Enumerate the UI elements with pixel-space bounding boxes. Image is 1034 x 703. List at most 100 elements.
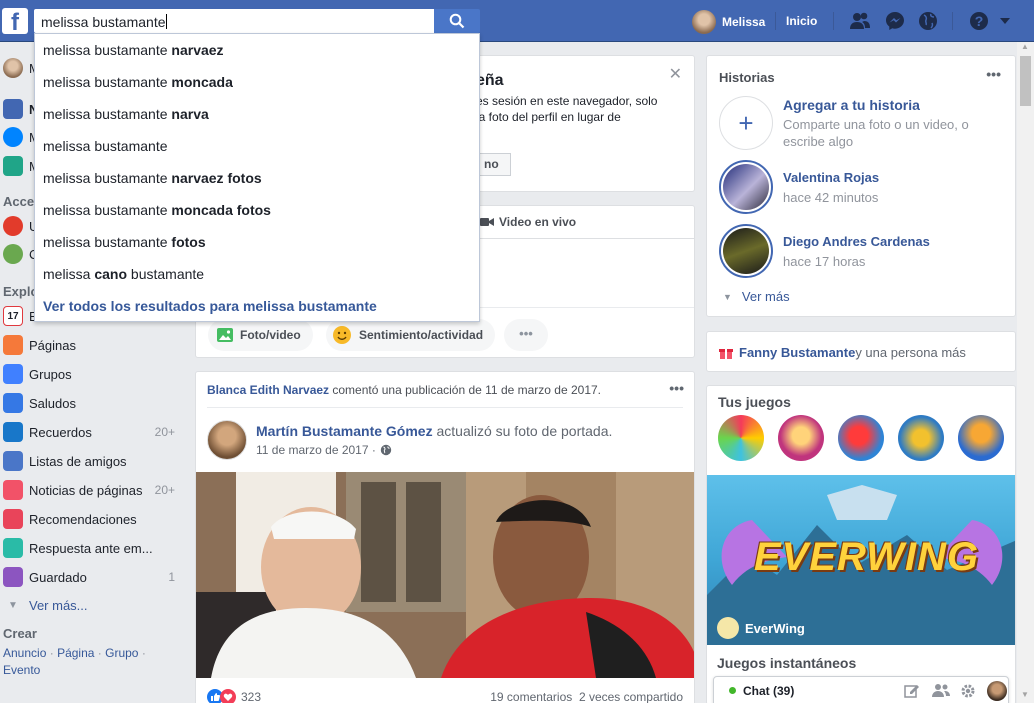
games-row [718,415,1008,461]
birthday-person[interactable]: Fanny Bustamante [739,345,855,360]
crisis-icon [3,538,23,558]
avatar [3,58,23,78]
birthday-card[interactable]: Fanny Bustamante y una persona más [706,331,1016,372]
smiley-icon [333,326,351,344]
search-suggestion[interactable]: melissa bustamante moncada fotos [35,194,479,226]
scrollbar-thumb[interactable] [1020,56,1031,106]
photo-icon [217,328,233,342]
story-item[interactable]: Valentina Rojas hace 42 minutos [719,160,879,214]
search-input[interactable]: melissa bustamante [34,9,436,33]
game-icon[interactable] [958,415,1004,461]
commenter-name-link[interactable]: Blanca Edith Narvaez [207,383,329,397]
sidebar-item[interactable]: Guardado 1 [0,565,185,589]
create-group-link[interactable]: Grupo [105,646,138,660]
home-link[interactable]: Inicio [786,14,817,28]
sidebar-item[interactable]: Páginas [0,333,185,357]
post-date[interactable]: 11 de marzo de 2017 · [256,443,376,457]
shares-count[interactable]: 2 veces compartido [579,690,683,703]
sidebar-item[interactable]: Recomendaciones [0,507,185,531]
sidebar-item-label: Noticias de páginas [29,482,143,498]
new-message-icon[interactable] [904,683,920,699]
friend-requests-icon[interactable] [849,10,871,32]
photo-video-button[interactable]: Foto/video [208,319,313,351]
live-video-tab[interactable]: Video en vivo [480,215,576,229]
settings-gear-icon[interactable] [960,683,976,699]
help-icon[interactable]: ? [968,10,990,32]
notifications-globe-icon[interactable] [917,10,939,32]
author-name-link[interactable]: Martín Bustamante Gómez [256,423,433,439]
search-suggestion[interactable]: melissa bustamante narva [35,98,479,130]
wave-icon [3,393,23,413]
search-button[interactable] [434,9,480,33]
story-time: hace 17 horas [783,253,866,269]
search-suggestion[interactable]: melissa bustamante narvaez fotos [35,162,479,194]
post-context-text: comentó una publicación de 11 de marzo d… [329,383,602,397]
sidebar-item[interactable]: Listas de amigos [0,449,185,473]
game-icon[interactable] [778,415,824,461]
post-action-text: actualizó su foto de portada. [432,423,613,439]
sidebar-item[interactable]: Respuesta ante em... [0,536,185,560]
author-avatar[interactable] [207,420,247,460]
see-all-results-link[interactable]: Ver todos los resultados para melissa bu… [35,290,479,322]
suggestion-bold: cano [94,266,128,282]
stories-see-more[interactable]: ▼ Ver más [723,289,790,304]
profile-link[interactable]: Melissa [692,10,765,34]
instant-games-title: Juegos instantáneos [717,655,857,671]
sidebar-item[interactable]: Recuerdos 20+ [0,420,185,444]
group-chat-icon[interactable] [932,683,950,699]
sidebar-item[interactable]: Saludos [0,391,185,415]
chat-contact-avatar[interactable] [987,681,1007,701]
game-icon[interactable] [838,415,884,461]
reaction-count: 323 [241,690,262,703]
search-suggestion[interactable]: melissa bustamante narvaez [35,34,479,66]
stories-menu-icon[interactable]: ••• [986,66,1001,82]
post-photo[interactable] [196,472,694,678]
suggestion-text-end: bustamante [127,266,205,282]
close-icon[interactable]: ✕ [669,64,682,84]
suggestion-text: melissa bustamante [43,42,172,58]
scroll-down-icon[interactable]: ▼ [1021,690,1029,699]
account-menu-caret-icon[interactable] [998,10,1012,32]
search-suggestion[interactable]: melissa cano bustamante [35,258,479,290]
groups-icon [3,364,23,384]
chat-bar[interactable]: Chat (39) [713,676,1009,703]
game-icon[interactable] [898,415,944,461]
search-suggestion[interactable]: melissa bustamante fotos [35,226,479,258]
chat-label: Chat (39) [743,684,795,698]
create-page-link[interactable]: Página [57,646,94,660]
engagement-counts: 19 comentarios 2 veces compartido [490,690,683,703]
notice-title: eña [476,72,504,89]
scroll-up-icon[interactable]: ▲ [1021,42,1029,51]
search-suggestion[interactable]: melissa bustamante moncada [35,66,479,98]
scrollbar[interactable]: ▲ ▼ [1017,42,1034,703]
game-icon[interactable] [718,415,764,461]
suggestion-text: melissa bustamante [43,170,172,186]
add-story[interactable]: + Agregar a tu historia Comparte una fot… [719,96,969,150]
see-more-link[interactable]: ▼ Ver más... [0,593,185,617]
everwing-banner[interactable]: EVERWING EverWing [707,475,1015,645]
search-suggestion[interactable]: melissa bustamante [35,130,479,162]
more-options-icon[interactable]: ••• [504,319,548,351]
calendar-icon: 17 [3,306,23,326]
chevron-down-icon: ▼ [723,291,732,302]
sidebar-item[interactable]: Grupos [0,362,185,386]
reactions-summary[interactable]: 323 [207,689,261,703]
everwing-logo: EVERWING [754,535,980,579]
search-input-value: melissa bustamante [41,14,166,30]
story-item[interactable]: Diego Andres Cardenas hace 17 horas [719,224,930,278]
story-ring [719,160,773,214]
messenger-icon[interactable] [884,10,906,32]
feeling-activity-button[interactable]: Sentimiento/actividad [326,319,496,351]
post-context-line: Blanca Edith Narvaez comentó una publica… [207,383,601,397]
sidebar-item[interactable]: Noticias de páginas 20+ [0,478,185,502]
facebook-logo-icon[interactable]: f [2,8,28,34]
notice-button[interactable]: no [476,153,511,176]
create-event-link[interactable]: Evento [3,663,40,677]
create-ad-link[interactable]: Anuncio [3,646,46,660]
add-story-subtitle: Comparte una foto o un video, o escribe a… [783,116,969,149]
post-menu-icon[interactable]: ••• [669,380,684,396]
live-video-label: Video en vivo [499,215,577,229]
comments-count[interactable]: 19 comentarios [490,690,572,703]
tree-icon [3,244,23,264]
suggestion-bold: narvaez [171,42,224,58]
